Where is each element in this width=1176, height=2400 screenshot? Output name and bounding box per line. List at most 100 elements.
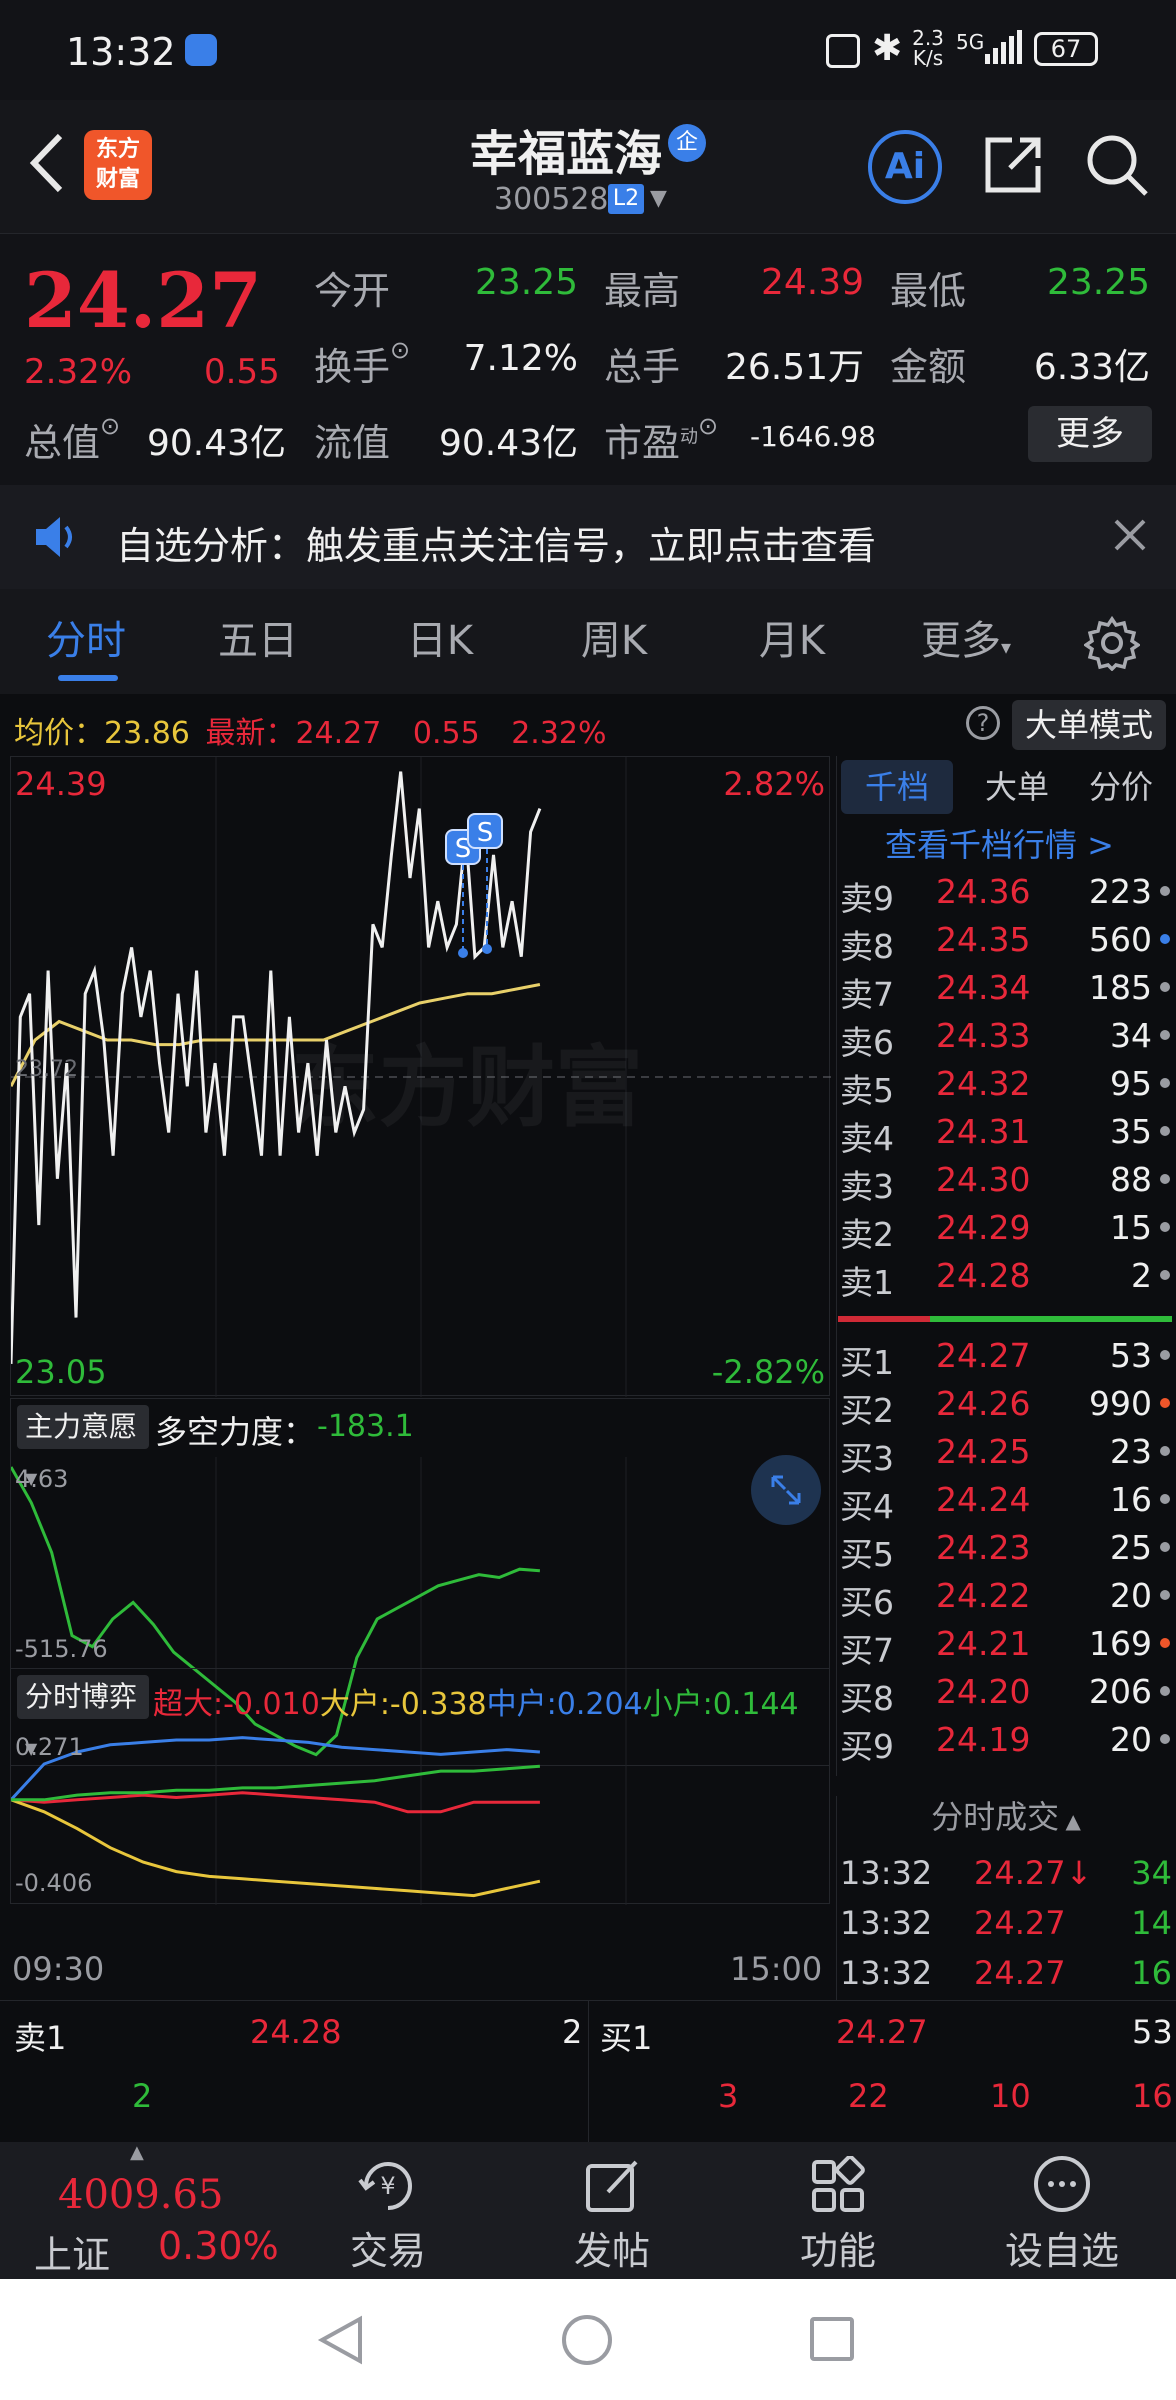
y-axis-bottom-pct: -2.82%	[711, 1353, 825, 1391]
bid-row[interactable]: 买4 24.24 16	[840, 1480, 1170, 1528]
bluetooth-icon: ✱	[872, 28, 903, 69]
turnover-label[interactable]: 换手⊙	[314, 336, 410, 391]
stock-code: 300528	[494, 182, 609, 217]
ask-row[interactable]: 卖3 24.30 88	[840, 1160, 1170, 1208]
bottom-tick: 2	[132, 2077, 153, 2115]
signal-dot	[482, 944, 492, 954]
index-pct: 0.30%	[158, 2224, 279, 2268]
bottom-buy-price: 24.27	[836, 2013, 928, 2051]
trades-title[interactable]: 分时成交 ▲	[836, 1790, 1176, 1844]
tab-daily-k[interactable]: 日K	[382, 589, 498, 694]
more-button[interactable]: 更多	[1028, 406, 1152, 462]
tab-five-day[interactable]: 五日	[200, 589, 316, 694]
ask-row[interactable]: 卖6 24.33 34	[840, 1016, 1170, 1064]
ask-row[interactable]: 卖1 24.28 2	[840, 1256, 1170, 1304]
tab-price-dist[interactable]: 分价	[1071, 760, 1171, 814]
ask-row[interactable]: 卖9 24.36 223	[840, 872, 1170, 920]
ask-row[interactable]: 卖7 24.34 185	[840, 968, 1170, 1016]
pe-label[interactable]: 市盈动⊙	[604, 412, 718, 467]
status-bar: 13:32 ✱ 2.3 K/s 5G 67	[0, 0, 1176, 100]
bottom-tick: 10	[990, 2077, 1031, 2115]
nav-back-icon[interactable]	[316, 2315, 366, 2365]
bid-row[interactable]: 买6 24.22 20	[840, 1576, 1170, 1624]
indicator2-bottom: -0.406	[15, 1869, 93, 1897]
low-value: 23.25	[1046, 262, 1150, 303]
indicator1-value: -183.1	[317, 1409, 414, 1444]
index-value: 4009.65	[58, 2172, 224, 2218]
bid-row[interactable]: 买3 24.25 23	[840, 1432, 1170, 1480]
system-nav-bar	[0, 2279, 1176, 2400]
bottom-sell-vol: 2	[562, 2013, 583, 2051]
ask-row[interactable]: 卖2 24.29 15	[840, 1208, 1170, 1256]
chart-info-line: 均价：23.86 最新：24.27 0.55 2.32%	[14, 716, 607, 751]
price-chart[interactable]: 东方财富 24.39 2.82% 23.72 23.05 -2.82% S S	[10, 756, 831, 1397]
high-label: 最高	[604, 269, 681, 313]
network-type: 5G	[956, 30, 985, 54]
ask-row[interactable]: 卖4 24.31 35	[840, 1112, 1170, 1160]
speaker-icon	[32, 515, 80, 559]
tab-more[interactable]: 更多▾	[906, 589, 1026, 694]
amount-label: 金额	[890, 345, 967, 389]
bid-row[interactable]: 买8 24.20 206	[840, 1672, 1170, 1720]
change-percent: 2.32%	[24, 352, 133, 392]
bid-row[interactable]: 买9 24.19 20	[840, 1720, 1170, 1768]
sell-signal-marker[interactable]: S	[467, 813, 503, 849]
tab-function[interactable]: 功能	[738, 2142, 938, 2279]
bid-row[interactable]: 买1 24.27 53	[840, 1336, 1170, 1384]
share-icon[interactable]	[982, 134, 1044, 196]
chart-area: 均价：23.86 最新：24.27 0.55 2.32% ? 大单模式 东方财富…	[0, 694, 1176, 2000]
ask-row[interactable]: 卖5 24.32 95	[840, 1064, 1170, 1112]
open-value: 23.25	[474, 262, 578, 303]
current-price: 24.27	[24, 256, 262, 345]
tab-add-watch-label: 设自选	[1004, 2229, 1119, 2273]
indicator1-label: 多空力度：	[155, 1413, 316, 1451]
ask-row[interactable]: 卖8 24.35 560	[840, 920, 1170, 968]
tab-add-watch[interactable]: 设自选	[962, 2142, 1162, 2279]
network-speed: 2.3 K/s	[912, 26, 944, 70]
alert-text: 自选分析：触发重点关注信号，立即点击查看	[116, 524, 877, 568]
tab-thousand-level[interactable]: 千档	[841, 760, 953, 814]
trade-row: 13:32 24.27↓ 34	[840, 1854, 1172, 1892]
nav-recents-icon[interactable]	[810, 2317, 854, 2361]
mktcap-value: 90.43亿	[146, 423, 286, 464]
tab-big-order[interactable]: 大单	[967, 760, 1067, 814]
index-ticker[interactable]: ▲ 4009.65 上证 0.30%	[0, 2142, 290, 2279]
indicator2-select[interactable]: 分时博弈 ▼	[17, 1675, 149, 1758]
bottom-buy-vol: 53	[1132, 2013, 1173, 2051]
nfc-icon	[826, 34, 860, 68]
nav-home-icon[interactable]	[562, 2315, 612, 2365]
level2-badge[interactable]: L2	[608, 184, 644, 214]
amount-value: 6.33亿	[1033, 347, 1150, 388]
tab-monthly-k[interactable]: 月K	[734, 589, 850, 694]
tab-weekly-k[interactable]: 周K	[556, 589, 672, 694]
bid-row[interactable]: 买5 24.23 25	[840, 1528, 1170, 1576]
time-end: 15:00	[730, 1950, 823, 1988]
bid-row[interactable]: 买2 24.26 990	[840, 1384, 1170, 1432]
back-button[interactable]	[22, 130, 72, 196]
expand-icon[interactable]	[751, 1455, 821, 1525]
tab-indicator	[58, 675, 118, 681]
view-thousand-link[interactable]: 查看千档行情 >	[885, 820, 1114, 866]
chart-tabs: 分时 五日 日K 周K 月K 更多▾	[0, 589, 1176, 694]
bottom-tab-bar: ▲ 4009.65 上证 0.30% ¥ 交易 发帖 功能 设自选	[0, 2142, 1176, 2279]
help-icon[interactable]: ?	[966, 706, 1000, 740]
search-icon[interactable]	[1084, 132, 1150, 198]
settings-gear-icon[interactable]	[1082, 615, 1142, 672]
tab-trade-label: 交易	[349, 2229, 426, 2273]
signal-icon	[985, 30, 1023, 66]
open-label: 今开	[314, 269, 391, 313]
ai-button[interactable]: Ai	[868, 130, 942, 204]
tab-trade[interactable]: ¥ 交易	[288, 2142, 488, 2279]
tab-post[interactable]: 发帖	[512, 2142, 712, 2279]
medium-line	[11, 1736, 541, 1801]
bid-row[interactable]: 买7 24.21 169	[840, 1624, 1170, 1672]
trade-row: 13:32 24.27 14	[840, 1904, 1172, 1942]
alert-banner[interactable]: 自选分析：触发重点关注信号，立即点击查看	[0, 485, 1176, 589]
big-order-mode-button[interactable]: 大单模式	[1012, 700, 1166, 750]
close-icon[interactable]	[1110, 515, 1150, 555]
mktcap-label[interactable]: 总值⊙	[24, 412, 120, 467]
bottom-sell-label: 卖1	[14, 2019, 67, 2057]
bid-bar	[930, 1316, 1172, 1322]
code-dropdown-icon[interactable]: ▼	[650, 186, 667, 211]
indicator1-select[interactable]: 主力意愿 ▼	[17, 1405, 149, 1488]
